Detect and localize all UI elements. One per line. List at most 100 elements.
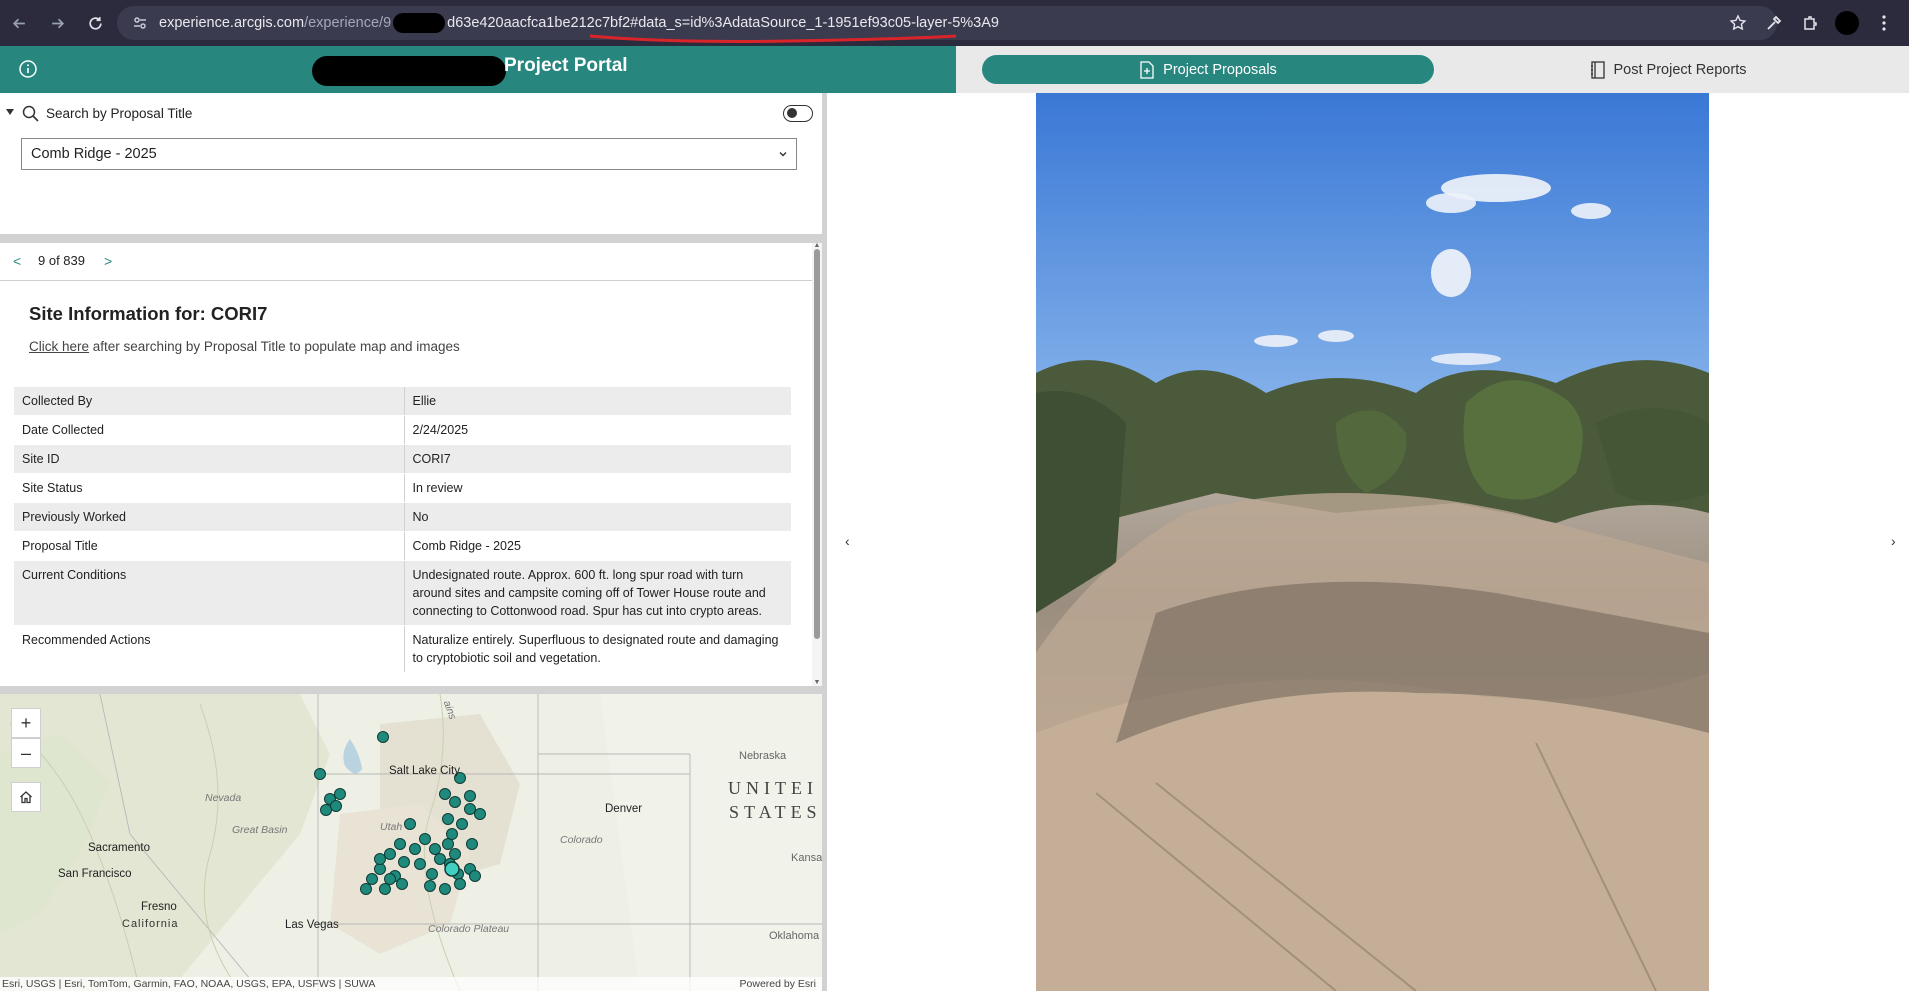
site-point[interactable]	[464, 790, 476, 802]
table-row: Current Conditions Undesignated route. Ap…	[14, 560, 791, 626]
table-row: Site Status In review	[14, 473, 791, 503]
panel-divider[interactable]	[0, 686, 822, 694]
site-point[interactable]	[442, 813, 454, 825]
click-here-link[interactable]: Click here	[29, 339, 89, 354]
site-point[interactable]	[334, 788, 346, 800]
field-label: Date Collected	[14, 415, 405, 445]
search-toggle[interactable]	[783, 105, 813, 122]
info-icon[interactable]	[18, 59, 38, 79]
zoom-in-button[interactable]: +	[11, 708, 41, 738]
app-header: Project Portal	[0, 46, 956, 93]
site-point[interactable]	[360, 883, 372, 895]
site-point[interactable]	[424, 880, 436, 892]
map-label: Kansa	[791, 852, 822, 864]
site-point[interactable]	[330, 800, 342, 812]
site-point[interactable]	[469, 870, 481, 882]
search-header[interactable]: Search by Proposal Title	[0, 93, 822, 133]
site-point[interactable]	[464, 803, 476, 815]
site-point[interactable]	[314, 768, 326, 780]
site-point[interactable]	[442, 838, 454, 850]
site-point[interactable]	[454, 878, 466, 890]
map-label: San Francisco	[58, 868, 132, 880]
site-point[interactable]	[374, 863, 386, 875]
site-point[interactable]	[456, 818, 468, 830]
map-view[interactable]: + – Salt Lake City Nevada Great Basin Ut…	[0, 694, 822, 991]
site-point[interactable]	[320, 804, 332, 816]
record-count: 9 of 839	[38, 253, 85, 268]
tab-project-proposals[interactable]: Project Proposals	[982, 55, 1434, 84]
map-label: Sacramento	[88, 842, 151, 854]
home-button[interactable]	[11, 782, 41, 812]
scrollbar-thumb[interactable]	[814, 249, 820, 639]
site-point[interactable]	[404, 818, 416, 830]
map-label: Denver	[605, 803, 643, 815]
extensions-icon[interactable]	[1799, 12, 1821, 34]
reload-icon[interactable]	[76, 0, 114, 46]
site-point[interactable]	[414, 858, 426, 870]
tab-post-project-reports[interactable]: Post Project Reports	[1588, 55, 1748, 84]
map-label: UNITEI	[728, 778, 818, 798]
site-settings-icon[interactable]	[131, 14, 149, 32]
site-point[interactable]	[377, 731, 389, 743]
site-point[interactable]	[434, 853, 446, 865]
selected-site-point[interactable]	[444, 861, 460, 877]
image-viewer: ‹ ›	[827, 93, 1909, 991]
back-icon[interactable]	[0, 0, 38, 46]
map-label: Great Basin	[232, 824, 288, 836]
site-point[interactable]	[439, 883, 451, 895]
map-label: Nebraska	[739, 750, 787, 762]
panel-divider[interactable]	[0, 234, 822, 243]
table-row: Site ID CORI7	[14, 444, 791, 474]
site-point[interactable]	[429, 843, 441, 855]
proposal-title-select[interactable]: Comb Ridge - 2025	[21, 138, 797, 170]
site-photo	[1036, 93, 1709, 991]
add-document-icon	[1140, 60, 1154, 79]
site-point[interactable]	[394, 838, 406, 850]
field-value: CORI7	[404, 444, 791, 474]
map-attribution: Esri, USGS | Esri, TomTom, Garmin, FAO, …	[0, 977, 822, 991]
site-point[interactable]	[409, 843, 421, 855]
zoom-out-button[interactable]: –	[11, 738, 41, 768]
previous-record-button[interactable]: <	[13, 253, 21, 269]
chevron-right-icon[interactable]: ›	[1891, 533, 1896, 549]
menu-icon[interactable]	[1873, 12, 1895, 34]
field-value: Undesignated route. Approx. 600 ft. long…	[404, 560, 791, 626]
details-scrollbar[interactable]: ▲ ▼	[812, 242, 822, 686]
site-point[interactable]	[384, 873, 396, 885]
site-point[interactable]	[449, 848, 461, 860]
site-point[interactable]	[474, 808, 486, 820]
site-point[interactable]	[374, 853, 386, 865]
site-point[interactable]	[446, 828, 458, 840]
next-record-button[interactable]: >	[104, 253, 112, 269]
field-label: Recommended Actions	[14, 625, 405, 673]
search-icon	[22, 105, 39, 122]
site-point[interactable]	[426, 868, 438, 880]
site-point[interactable]	[396, 878, 408, 890]
forward-icon[interactable]	[38, 0, 76, 46]
site-point[interactable]	[379, 883, 391, 895]
search-label: Search by Proposal Title	[46, 106, 193, 121]
chevron-left-icon[interactable]: ‹	[845, 533, 850, 549]
site-point[interactable]	[439, 788, 451, 800]
record-pager: < 9 of 839 >	[0, 243, 812, 281]
star-icon[interactable]	[1727, 12, 1749, 34]
profile-avatar[interactable]	[1835, 11, 1859, 35]
site-point[interactable]	[449, 796, 461, 808]
site-point[interactable]	[384, 848, 396, 860]
map-label: Fresno	[141, 901, 177, 913]
select-value: Comb Ridge - 2025	[31, 146, 157, 162]
powered-by-esri[interactable]: Powered by Esri	[740, 977, 816, 991]
chevron-down-icon	[779, 152, 787, 157]
field-label: Previously Worked	[14, 502, 405, 532]
page-title: Project Portal	[504, 55, 628, 76]
site-point[interactable]	[366, 873, 378, 885]
site-point[interactable]	[398, 856, 410, 868]
site-point[interactable]	[419, 833, 431, 845]
eyedropper-icon[interactable]	[1763, 12, 1785, 34]
field-value: Ellie	[404, 387, 791, 416]
map-label: Colorado	[560, 834, 603, 846]
field-label: Site ID	[14, 444, 405, 474]
table-row: Recommended Actions Naturalize entirely. …	[14, 625, 791, 673]
site-point[interactable]	[466, 838, 478, 850]
caret-down-icon[interactable]	[5, 107, 15, 117]
